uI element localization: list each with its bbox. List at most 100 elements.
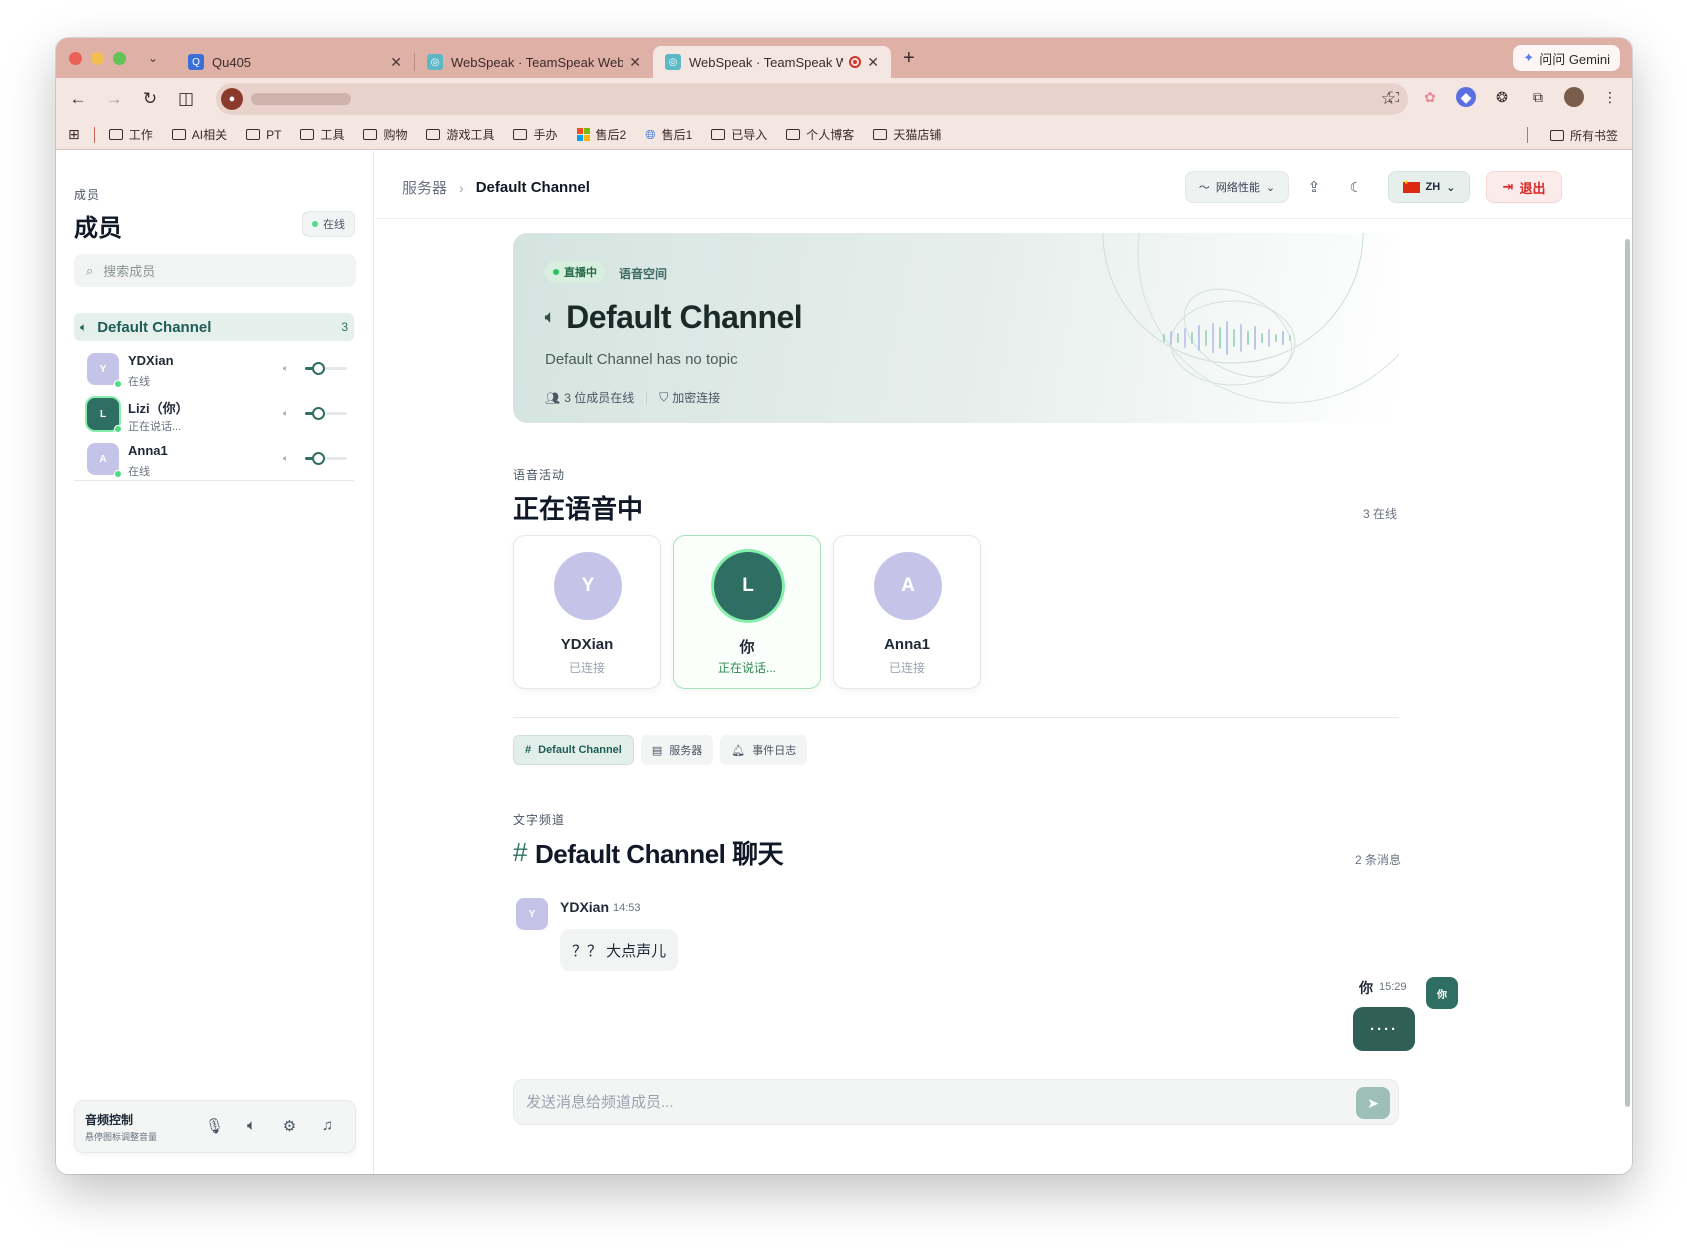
language-select[interactable]: ZH ⌄	[1388, 171, 1470, 203]
bookmark-item[interactable]: 工具	[300, 126, 344, 143]
pink-extension-icon[interactable]: ✿	[1420, 87, 1440, 107]
scrollbar[interactable]	[1625, 239, 1630, 1107]
waveform-bar	[1233, 329, 1235, 347]
member-volume-slider[interactable]	[305, 452, 347, 465]
music-note-icon[interactable]: ♫	[319, 1117, 336, 1135]
microphone-icon[interactable]: 🎙︎	[205, 1117, 224, 1135]
share-icon[interactable]: ⇪	[1300, 171, 1328, 203]
avatar: Y	[554, 552, 622, 620]
voice-card[interactable]: A Anna1 已连接	[833, 535, 981, 689]
voice-card-speaking[interactable]: L 你 正在说话...	[673, 535, 821, 689]
close-tab-icon[interactable]: ✕	[390, 54, 402, 71]
gemini-label: 问问 Gemini	[1539, 51, 1610, 67]
member-row[interactable]: L Lizi（你） 正在说话... 🔈︎	[87, 396, 357, 436]
channel-item-default[interactable]: 🔈︎ Default Channel 3	[74, 313, 354, 341]
tab-server[interactable]: ▤ 服务器	[640, 735, 714, 765]
waveform-bar	[1170, 331, 1172, 345]
blue-extension-icon[interactable]: ◆	[1456, 87, 1476, 107]
tab-favicon-icon: ◎	[665, 54, 681, 70]
folder-icon	[108, 129, 123, 140]
bookmark-item[interactable]: 工作	[108, 126, 153, 143]
member-volume-slider[interactable]	[305, 407, 347, 420]
profile-avatar-icon[interactable]	[1564, 87, 1584, 107]
send-icon: ➤	[1367, 1094, 1379, 1111]
logout-icon: ⇥	[1502, 179, 1514, 194]
channel-topic: Default Channel has no topic	[545, 351, 738, 368]
tab-event-log[interactable]: 🔔︎ 事件日志	[720, 735, 808, 765]
space-type-label: 语音空间	[619, 267, 668, 281]
hero-meta: 👥︎ 3 位成员在线 ⛉ 加密连接	[545, 389, 720, 406]
audio-controls: 音频控制 悬停图标调整音量 🎙︎ 🔈︎ ⚙︎ ♫	[74, 1100, 356, 1153]
close-tab-icon[interactable]: ✕	[629, 54, 641, 71]
gear-icon[interactable]: ⚙︎	[281, 1117, 298, 1135]
message-bubble: ？？ 大点声儿	[560, 929, 679, 971]
send-button[interactable]: ➤	[1356, 1087, 1390, 1119]
slider-handle[interactable]	[311, 452, 325, 465]
maximize-window-button[interactable]	[113, 51, 126, 65]
browser-tab-3-active[interactable]: ◎ WebSpeak · TeamSpeak W ✕	[653, 46, 891, 78]
member-row[interactable]: A Anna1 在线 🔈︎	[87, 441, 357, 481]
browser-tab-1[interactable]: Q Qu405 ✕	[176, 46, 414, 78]
slider-handle[interactable]	[311, 362, 325, 375]
more-menu-icon[interactable]: ⋮	[1600, 87, 1620, 107]
voice-card-status: 已连接	[888, 661, 925, 675]
apps-grid-icon[interactable]: ⊞	[68, 126, 80, 143]
gemini-button[interactable]: ✦ 问问 Gemini	[1513, 45, 1620, 71]
openai-extension-icon[interactable]: ❂	[1492, 87, 1512, 107]
forward-arrow-icon[interactable]: →	[96, 89, 132, 109]
close-tab-icon[interactable]: ✕	[867, 54, 879, 71]
chevron-down-icon: ⌄	[1446, 181, 1456, 194]
voice-card-status: 已连接	[568, 661, 605, 675]
bookmark-item[interactable]: 手办	[513, 126, 558, 143]
bookmark-item[interactable]: 已导入	[711, 126, 767, 143]
bookmark-item[interactable]: AI相关	[171, 126, 227, 143]
network-performance-button[interactable]: 〜 网络性能 ⌄	[1185, 171, 1289, 203]
bookmark-item[interactable]: PT	[246, 128, 281, 142]
bookmark-item[interactable]: 游戏工具	[426, 126, 494, 143]
extensions-puzzle-icon[interactable]: ⧉	[1528, 87, 1548, 107]
folder-icon	[873, 129, 888, 140]
slider-handle[interactable]	[311, 407, 325, 420]
close-window-button[interactable]	[69, 51, 82, 65]
tab-default-channel[interactable]: # Default Channel	[513, 735, 634, 765]
members-online-count: 3 位成员在线	[564, 391, 635, 405]
top-bar: 服务器 › Default Channel 〜 网络性能 ⌄ ⇪ ☾ ZH ⌄	[375, 151, 1632, 219]
browser-window: ⌄ Q Qu405 ✕ ◎ WebSpeak · TeamSpeak Web ✕…	[56, 38, 1632, 1174]
microphone-active-icon[interactable]: ●	[221, 88, 243, 110]
bookmark-item[interactable]: 天猫店铺	[873, 126, 941, 143]
folder-icon	[786, 129, 801, 140]
bookmark-item[interactable]: 个人博客	[786, 126, 854, 143]
moon-icon[interactable]: ☾	[1342, 171, 1370, 203]
url-redacted	[251, 93, 351, 105]
all-bookmarks[interactable]: 所有书签	[1549, 127, 1618, 144]
browser-tab-2[interactable]: ◎ WebSpeak · TeamSpeak Web ✕	[415, 46, 653, 78]
member-row[interactable]: Y YDXian 在线 🔈︎	[87, 351, 357, 391]
exit-button[interactable]: ⇥ 退出	[1486, 171, 1562, 203]
member-volume-slider[interactable]	[305, 362, 347, 375]
globe-icon: 🌐︎	[645, 126, 656, 142]
tab-title: Qu405	[212, 54, 252, 70]
waveform-bar	[1289, 335, 1291, 341]
bookmark-item[interactable]: 🌐︎ 售后1	[645, 126, 692, 143]
member-search-input[interactable]: ⌕ 搜索成员	[74, 254, 356, 287]
voice-card[interactable]: Y YDXian 已连接	[513, 535, 661, 689]
speaker-icon[interactable]: 🔈︎	[243, 1117, 260, 1135]
tab-bar: ⌄ Q Qu405 ✕ ◎ WebSpeak · TeamSpeak Web ✕…	[56, 38, 1632, 78]
audio-controls-hint: 悬停图标调整音量	[85, 1132, 158, 1142]
reload-icon[interactable]: ↻	[132, 89, 168, 109]
tab-search-chevron-icon[interactable]: ⌄	[148, 51, 168, 65]
new-tab-button[interactable]: +	[903, 47, 915, 70]
back-arrow-icon[interactable]: ←	[60, 89, 96, 109]
message-input[interactable]	[526, 1088, 1346, 1116]
search-placeholder: 搜索成员	[103, 264, 156, 279]
voice-online-count: 3 在线	[1363, 507, 1398, 521]
address-bar[interactable]: ● ☆	[216, 83, 1408, 115]
bookmark-item[interactable]: 售后2	[576, 126, 627, 143]
bookmark-label: 售后2	[595, 128, 627, 142]
avatar: A	[874, 552, 942, 620]
screenshot-extension-icon[interactable]: ⛶	[1384, 87, 1404, 107]
split-view-icon[interactable]: ◫	[168, 89, 204, 109]
minimize-window-button[interactable]	[91, 51, 104, 65]
breadcrumb-server[interactable]: 服务器	[402, 177, 447, 198]
bookmark-item[interactable]: 购物	[363, 126, 407, 143]
